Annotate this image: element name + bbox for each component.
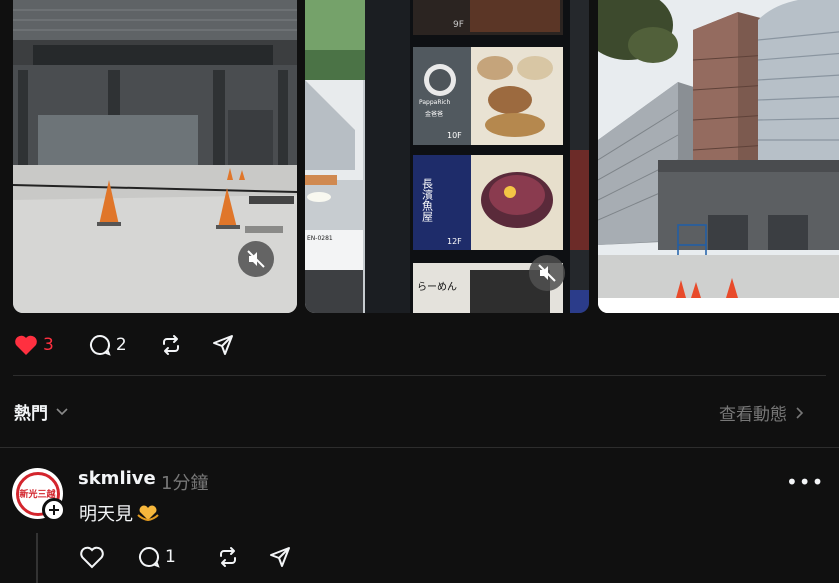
comment-share-button[interactable] [268,545,292,569]
repost-button[interactable] [159,333,183,357]
mute-button[interactable] [529,255,565,291]
restaurant-10-cn: 金爸爸 [425,110,443,118]
comment-like-button[interactable] [79,545,105,569]
comment-body: 明天見 [79,500,160,526]
send-icon [212,335,233,355]
view-activity-label: 查看動態 [719,405,787,425]
comment-username[interactable]: skmlive [78,468,156,489]
repost-icon [162,335,179,355]
plus-icon [49,505,59,515]
comment-button[interactable]: 2 [88,333,127,357]
share-button[interactable] [211,333,235,357]
chevron-down-icon [56,407,68,415]
speaker-muted-icon [247,250,265,268]
post-actions: 3 2 [13,333,263,357]
comment-reply-count: 1 [165,547,176,567]
speech-bubble-icon [89,334,111,356]
like-count: 3 [43,335,54,355]
restaurant-lower-name: らーめん [417,281,457,293]
media-photo-3[interactable] [598,0,839,313]
floor-10-label: 10F [447,131,462,140]
comment-actions: 1 [79,545,320,569]
heart-hands-emoji [137,505,159,522]
thread-line [36,533,38,583]
chevron-right-icon [796,406,804,419]
restaurant-10-name: PappaRich [419,99,450,106]
floor-9-label: 9F [453,20,464,30]
comment-repost-button[interactable] [216,545,240,569]
heart-outline-icon [80,546,104,569]
comment-count: 2 [115,335,127,355]
floor-12-label: 12F [447,237,462,246]
view-activity-link[interactable]: 查看動態 [719,400,807,425]
follow-button[interactable] [42,498,66,522]
divider [0,447,839,448]
restaurant-12-name: 長濱魚屋 [421,178,434,223]
comment-timestamp: 1分鐘 [161,473,209,494]
speaker-muted-icon [538,264,556,282]
mute-button[interactable] [238,241,274,277]
divider [13,375,826,376]
threads-post-view: EN-0281 9F PappaRich 金爸爸 10F 長濱魚屋 12F らー… [0,0,839,583]
speech-bubble-icon [139,546,160,568]
media-video-2[interactable]: EN-0281 9F PappaRich 金爸爸 10F 長濱魚屋 12F らー… [305,0,589,313]
sort-label: 熱門 [14,404,48,424]
comment-text: 明天見 [79,504,133,525]
more-options-button[interactable]: ••• [786,470,824,494]
send-icon [269,547,290,567]
comment-reply-button[interactable]: 1 [137,545,176,569]
like-button[interactable]: 3 [13,333,54,357]
heart-filled-icon [15,335,37,355]
media-video-1[interactable] [13,0,297,313]
sort-dropdown[interactable]: 熱門 [14,399,69,424]
repost-icon [219,547,236,567]
bus-route-text: EN-0281 [307,235,333,242]
